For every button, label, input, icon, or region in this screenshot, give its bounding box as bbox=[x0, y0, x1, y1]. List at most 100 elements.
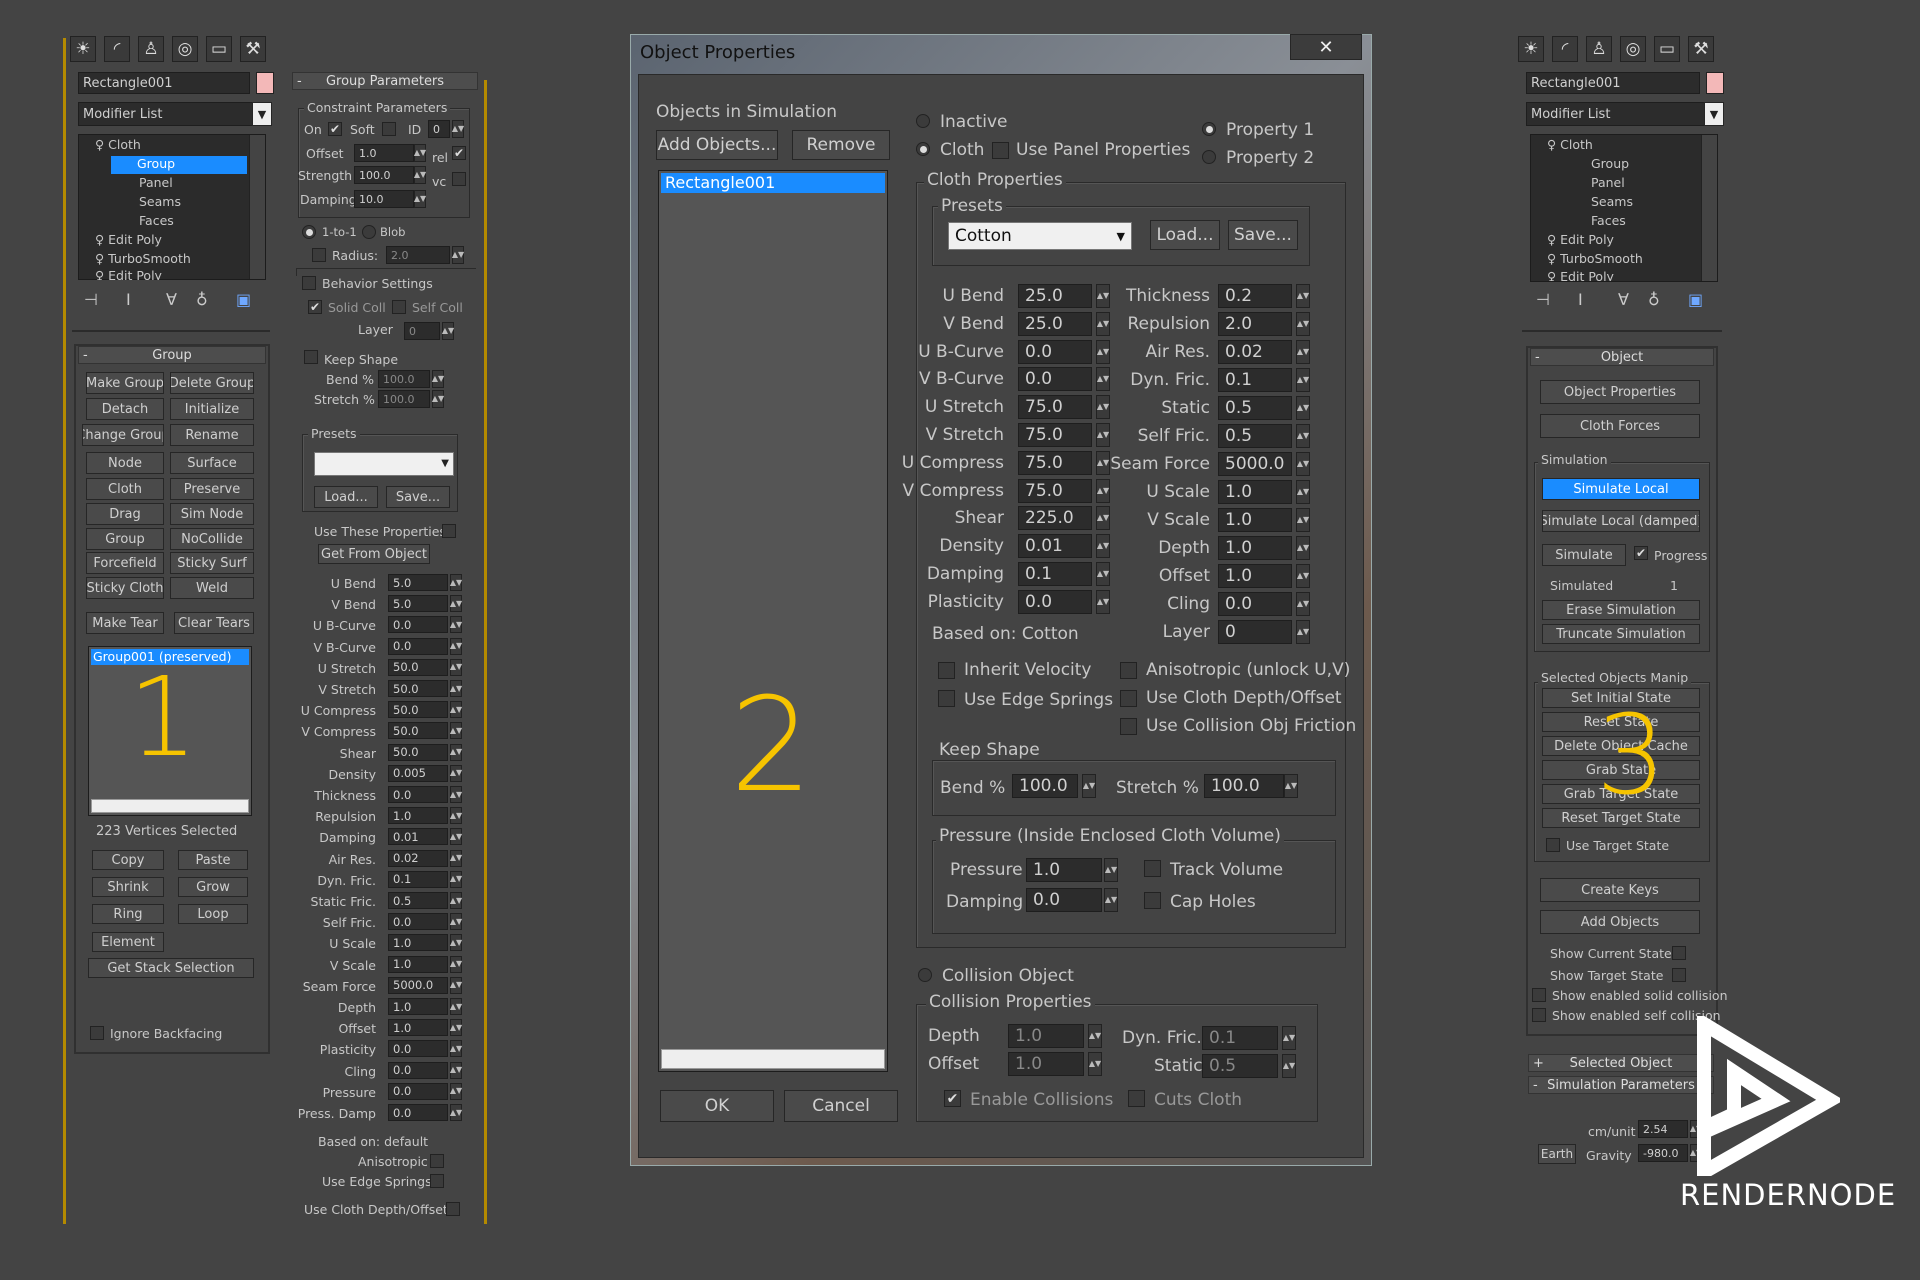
radius-field[interactable]: 2.0 bbox=[386, 246, 450, 264]
group-prop-spinner[interactable]: ▲▼ bbox=[450, 638, 462, 655]
group-list-hscroll[interactable] bbox=[91, 799, 249, 813]
preset-dropdown[interactable]: Cotton▼ bbox=[948, 222, 1132, 250]
cloth-prop-field[interactable]: 0 bbox=[1218, 620, 1292, 644]
group-prop-spinner[interactable]: ▲▼ bbox=[450, 1104, 462, 1121]
shrink-button[interactable]: Shrink bbox=[92, 877, 164, 897]
group-prop-field[interactable]: 0.0 bbox=[388, 638, 448, 655]
depth-spinner[interactable]: ▲▼ bbox=[1088, 1024, 1102, 1048]
cloth-radio[interactable] bbox=[916, 142, 930, 156]
cloth-prop-field[interactable]: 0.5 bbox=[1218, 396, 1292, 420]
collision-static-spinner[interactable]: ▲▼ bbox=[1282, 1054, 1296, 1078]
radius-spinner[interactable]: ▲▼ bbox=[452, 246, 464, 264]
initialize-button[interactable]: Initialize bbox=[170, 398, 254, 420]
objects-list-item[interactable]: Rectangle001 bbox=[661, 173, 885, 193]
layer-field[interactable]: 0 bbox=[404, 322, 440, 340]
property1-radio[interactable] bbox=[1202, 122, 1216, 136]
damping-spinner[interactable]: ▲▼ bbox=[414, 190, 426, 208]
cloth-prop-field[interactable]: 75.0 bbox=[1018, 451, 1092, 475]
cloth-prop-field[interactable]: 1.0 bbox=[1218, 508, 1292, 532]
on-checkbox[interactable]: ✔ bbox=[328, 122, 342, 136]
get-stack-selection-button[interactable]: Get Stack Selection bbox=[88, 958, 254, 978]
object-name-field[interactable]: Rectangle001 bbox=[78, 72, 250, 94]
show-end-result-icon[interactable]: I bbox=[126, 290, 131, 309]
cloth-prop-field[interactable]: 0.01 bbox=[1018, 534, 1092, 558]
cloth-prop-field[interactable]: 25.0 bbox=[1018, 284, 1092, 308]
group-prop-spinner[interactable]: ▲▼ bbox=[450, 786, 462, 803]
configure-sets-icon[interactable]: ▣ bbox=[236, 290, 251, 309]
paste-button[interactable]: Paste bbox=[178, 850, 248, 870]
grow-button[interactable]: Grow bbox=[178, 877, 248, 897]
group-prop-field[interactable]: 5.0 bbox=[388, 574, 448, 591]
group-prop-field[interactable]: 1.0 bbox=[388, 807, 448, 824]
group-prop-field[interactable]: 50.0 bbox=[388, 744, 448, 761]
show-current-state-checkbox[interactable] bbox=[1672, 946, 1686, 960]
cloth-button[interactable]: Cloth bbox=[86, 478, 164, 500]
group-prop-spinner[interactable]: ▲▼ bbox=[450, 595, 462, 612]
group-prop-spinner[interactable]: ▲▼ bbox=[450, 998, 462, 1015]
progress-checkbox[interactable]: ✔ bbox=[1634, 546, 1648, 560]
ok-button[interactable]: OK bbox=[660, 1090, 774, 1122]
object-color-swatch[interactable] bbox=[256, 72, 274, 94]
cloth-prop-spinner[interactable]: ▲▼ bbox=[1296, 368, 1310, 392]
modify-icon[interactable]: ◜ bbox=[104, 36, 130, 62]
stretch-pct-field[interactable]: 100.0 bbox=[378, 390, 430, 408]
cloth-prop-field[interactable]: 0.0 bbox=[1018, 367, 1092, 391]
stack-item-cloth[interactable]: ♀Cloth bbox=[1547, 137, 1593, 152]
use-edge-springs-checkbox[interactable] bbox=[938, 690, 955, 707]
sticky-surf-button[interactable]: Sticky Surf bbox=[170, 552, 254, 574]
bend-pct-field[interactable]: 100.0 bbox=[1012, 774, 1078, 798]
group-prop-spinner[interactable]: ▲▼ bbox=[450, 807, 462, 824]
group-prop-field[interactable]: 1.0 bbox=[388, 998, 448, 1015]
group-prop-field[interactable]: 50.0 bbox=[388, 659, 448, 676]
group-prop-field[interactable]: 1.0 bbox=[388, 934, 448, 951]
group-prop-spinner[interactable]: ▲▼ bbox=[450, 574, 462, 591]
presets-save-button[interactable]: Save... bbox=[386, 486, 450, 508]
create-icon[interactable]: ☀ bbox=[1518, 36, 1544, 62]
configure-sets-icon[interactable]: ▣ bbox=[1688, 290, 1703, 309]
group-prop-field[interactable]: 0.01 bbox=[388, 828, 448, 845]
cloth-prop-field[interactable]: 1.0 bbox=[1218, 564, 1292, 588]
behavior-settings-checkbox[interactable] bbox=[302, 276, 316, 290]
display-icon[interactable]: ▭ bbox=[1654, 36, 1680, 62]
collision-offset-field[interactable]: 1.0 bbox=[1008, 1052, 1084, 1076]
presets-load-button[interactable]: Load... bbox=[314, 486, 378, 508]
node-button[interactable]: Node bbox=[86, 452, 164, 474]
object-rollout-header[interactable]: -Object bbox=[1530, 348, 1714, 366]
group-prop-field[interactable]: 0.5 bbox=[388, 892, 448, 909]
stack-item-turbosmooth[interactable]: ♀TurboSmooth bbox=[1547, 251, 1643, 266]
display-icon[interactable]: ▭ bbox=[206, 36, 232, 62]
group-prop-field[interactable]: 50.0 bbox=[388, 722, 448, 739]
bend-pct-field[interactable]: 100.0 bbox=[378, 370, 430, 388]
delete-group-button[interactable]: Delete Group bbox=[170, 372, 254, 394]
property2-radio[interactable] bbox=[1202, 150, 1216, 164]
remove-button[interactable]: Remove bbox=[792, 130, 890, 160]
blob-radio[interactable] bbox=[362, 225, 376, 239]
simulate-button[interactable]: Simulate bbox=[1542, 544, 1626, 566]
cloth-prop-spinner[interactable]: ▲▼ bbox=[1296, 340, 1310, 364]
preset-save-button[interactable]: Save... bbox=[1228, 220, 1298, 250]
group-prop-field[interactable]: 0.0 bbox=[388, 913, 448, 930]
group-prop-field[interactable]: 0.0 bbox=[388, 1083, 448, 1100]
group-rollout-header[interactable]: -Group bbox=[78, 346, 266, 364]
cloth-prop-field[interactable]: 2.0 bbox=[1218, 312, 1292, 336]
stack-item-cloth[interactable]: ♀Cloth bbox=[79, 137, 247, 155]
sticky-cloth-button[interactable]: Sticky Cloth bbox=[86, 577, 164, 599]
cm-unit-field[interactable]: 2.54 bbox=[1638, 1120, 1688, 1138]
show-solid-collision-checkbox[interactable] bbox=[1532, 988, 1546, 1002]
stack-item-edit-poly[interactable]: ♀Edit Poly bbox=[95, 232, 162, 247]
use-these-checkbox[interactable] bbox=[442, 524, 456, 538]
cloth-prop-field[interactable]: 0.2 bbox=[1218, 284, 1292, 308]
utilities-icon[interactable]: ⚒ bbox=[1688, 36, 1714, 62]
remove-modifier-icon[interactable]: ♁ bbox=[196, 290, 208, 309]
drag-button[interactable]: Drag bbox=[86, 503, 164, 525]
cloth-forces-button[interactable]: Cloth Forces bbox=[1540, 414, 1700, 438]
stack-item-group[interactable]: Group bbox=[111, 156, 247, 174]
cloth-prop-field[interactable]: 5000.0 bbox=[1218, 452, 1292, 476]
collision-static-field[interactable]: 0.5 bbox=[1202, 1054, 1278, 1078]
group-prop-spinner[interactable]: ▲▼ bbox=[450, 722, 462, 739]
cloth-prop-field[interactable]: 0.5 bbox=[1218, 424, 1292, 448]
make-group-button[interactable]: Make Group bbox=[86, 372, 164, 394]
group-prop-spinner[interactable]: ▲▼ bbox=[450, 659, 462, 676]
group-prop-field[interactable]: 0.0 bbox=[388, 616, 448, 633]
objects-list-hscroll[interactable] bbox=[661, 1049, 885, 1069]
